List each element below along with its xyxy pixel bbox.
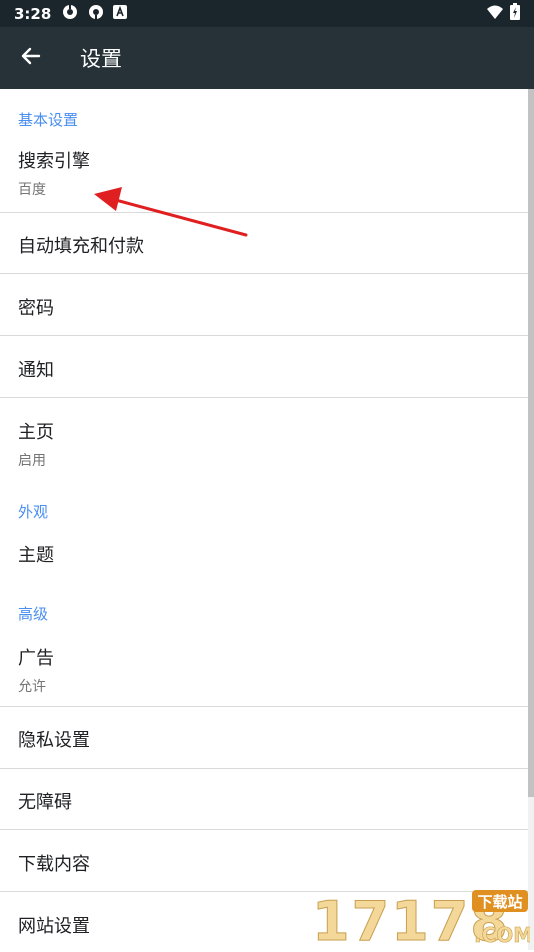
settings-item-search-engine[interactable]: 搜索引擎 百度	[0, 147, 528, 199]
item-title: 主页	[18, 422, 54, 443]
red-annotation-arrow	[94, 187, 248, 237]
page-title: 设置	[80, 47, 122, 71]
divider	[0, 397, 528, 398]
section-header-basic: 基本设置	[18, 111, 79, 129]
item-title: 下载内容	[18, 854, 90, 875]
settings-item-privacy[interactable]: 隐私设置	[0, 726, 528, 752]
settings-item-ads[interactable]: 广告 允许	[0, 644, 528, 696]
a-badge-icon	[113, 4, 128, 23]
divider	[0, 768, 528, 769]
divider	[0, 829, 528, 830]
watermark-logo: 17178 下载站 .COM	[308, 886, 534, 952]
app-toolbar: 设置	[0, 27, 534, 89]
wifi-icon	[486, 4, 504, 24]
settings-item-downloads[interactable]: 下载内容	[0, 850, 528, 876]
status-time: 3:28	[14, 4, 52, 23]
item-title: 通知	[18, 360, 54, 381]
scrollbar-thumb[interactable]	[528, 89, 534, 797]
divider	[0, 706, 528, 707]
settings-list[interactable]: 基本设置 搜索引擎 百度 自动填充和付款 密码 通知 主页 启用 外观 主题 高…	[0, 89, 534, 950]
battery-charging-icon	[510, 3, 520, 24]
item-subtitle: 启用	[18, 453, 46, 469]
item-title: 无障碍	[18, 792, 72, 813]
item-title: 隐私设置	[18, 730, 90, 751]
item-title: 搜索引擎	[18, 151, 90, 172]
watermark-domain: .COM	[474, 923, 530, 947]
item-title: 主题	[18, 545, 54, 566]
arrow-left-icon	[21, 46, 41, 70]
item-title: 密码	[18, 298, 54, 319]
item-title: 自动填充和付款	[18, 236, 144, 257]
divider	[0, 212, 528, 213]
item-title: 广告	[18, 648, 54, 669]
watermark-tag: 下载站	[477, 893, 522, 911]
settings-item-autofill-payments[interactable]: 自动填充和付款	[0, 232, 528, 258]
back-button[interactable]	[0, 27, 62, 89]
divider	[0, 273, 528, 274]
settings-item-passwords[interactable]: 密码	[0, 294, 528, 320]
item-subtitle: 百度	[18, 182, 46, 198]
sync-icon	[87, 3, 105, 25]
settings-item-homepage[interactable]: 主页 启用	[0, 418, 528, 470]
status-bar: 3:28	[0, 0, 534, 27]
section-header-advanced: 高级	[18, 605, 49, 623]
section-header-appearance: 外观	[18, 503, 49, 521]
divider	[0, 335, 528, 336]
settings-item-notifications[interactable]: 通知	[0, 356, 528, 382]
item-subtitle: 允许	[18, 679, 46, 695]
settings-item-accessibility[interactable]: 无障碍	[0, 788, 528, 814]
sync-icon	[61, 3, 79, 25]
settings-item-theme[interactable]: 主题	[0, 541, 528, 567]
